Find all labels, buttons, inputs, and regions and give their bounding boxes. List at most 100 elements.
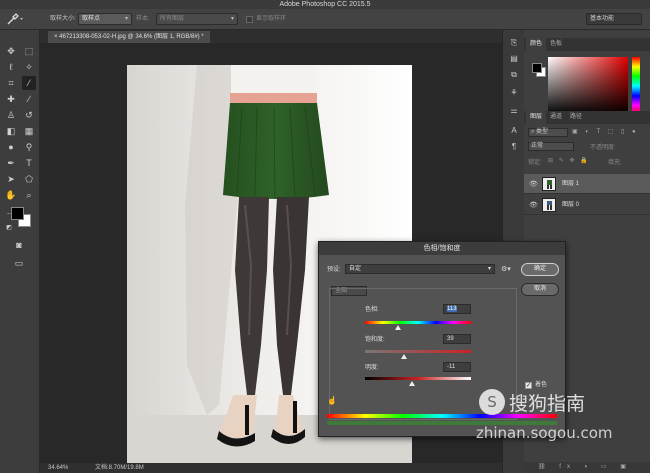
dialog-title: 色相/饱和度	[319, 242, 565, 255]
lock-label: 锁定:	[528, 160, 542, 166]
sample-value: 所有图层	[160, 16, 185, 22]
shape-tool-icon[interactable]: ⬠	[22, 172, 36, 186]
saturation-slider-thumb[interactable]	[401, 354, 408, 359]
cancel-button[interactable]: 取消	[521, 283, 559, 296]
saturation-label: 饱和度:	[365, 337, 385, 343]
eraser-tool-icon[interactable]: ◧	[4, 124, 18, 138]
document-tab-label: 467213308-053-02-H.jpg @ 34.6% (图层 1, RG…	[59, 34, 204, 40]
hue-value: 113	[447, 306, 457, 312]
layer-name: 图层 1	[562, 181, 580, 187]
tab-layers[interactable]: 图层	[526, 111, 547, 124]
sample-size-label: 取样大小:	[50, 16, 76, 22]
lightness-slider-track[interactable]	[365, 377, 471, 380]
healing-brush-icon[interactable]: ✚	[4, 92, 18, 106]
default-colors-icon[interactable]: ◩	[2, 221, 16, 235]
layer-row[interactable]: 👁 图层 0	[524, 195, 650, 215]
visibility-eye-icon[interactable]: 👁	[529, 180, 538, 188]
color-saturation-field[interactable]	[548, 57, 628, 115]
workspace-select[interactable]: 基本功能	[586, 13, 642, 25]
chevron-down-icon: ▾	[487, 266, 491, 272]
document-size: 文档:8.70M/19.8M	[95, 465, 144, 471]
svg-text:S: S	[487, 393, 497, 411]
chevron-down-icon: ▾	[124, 16, 128, 22]
eyedropper-tool-preset-icon[interactable]	[6, 13, 24, 29]
saturation-input[interactable]: 39	[443, 334, 471, 344]
paragraph-icon[interactable]: ¶	[507, 142, 521, 154]
panel-fg-swatch[interactable]	[532, 63, 542, 73]
quick-mask-icon[interactable]: ◙	[12, 238, 26, 252]
app-title: Adobe Photoshop CC 2015.5	[279, 1, 371, 8]
preset-options-gear-icon[interactable]: ⚙▾	[501, 265, 511, 275]
sample-size-select[interactable]: 取样点 ▾	[78, 13, 132, 25]
lightness-input[interactable]: -11	[443, 362, 471, 372]
history-brush-icon[interactable]: ↺	[22, 108, 36, 122]
target-adjust-hand-icon[interactable]: ☝	[327, 396, 337, 406]
layers-panel-tabs: 图层 通道 路径	[524, 111, 650, 124]
show-ring-checkbox[interactable]	[246, 16, 253, 23]
brush-tool-icon[interactable]: ∕	[22, 92, 36, 106]
tab-swatches[interactable]: 色板	[546, 38, 566, 51]
saturation-value: 39	[447, 336, 454, 342]
crop-tool-icon[interactable]: ⌗	[4, 76, 18, 90]
ok-button[interactable]: 确定	[521, 263, 559, 276]
screen-mode-icon[interactable]: ▭	[12, 256, 26, 270]
clone-stamp-icon[interactable]: ♙	[4, 108, 18, 122]
blur-tool-icon[interactable]: ●	[4, 140, 18, 154]
type-tool-icon[interactable]: T	[22, 156, 36, 170]
saturation-slider-track[interactable]	[365, 350, 471, 353]
tab-color[interactable]: 颜色	[526, 38, 547, 51]
sample-select[interactable]: 所有图层 ▾	[156, 13, 238, 25]
hue-strip[interactable]	[632, 57, 640, 115]
hue-slider-thumb[interactable]	[394, 325, 401, 330]
adjustments-icon[interactable]: ⚌	[507, 106, 521, 118]
properties-icon[interactable]: ▤	[507, 54, 521, 66]
hue-slider-track[interactable]	[365, 321, 471, 324]
hue-input[interactable]: 113	[443, 304, 471, 314]
sample-size-value: 取样点	[82, 16, 101, 22]
preset-label: 预设:	[327, 267, 341, 273]
zoom-tool-icon[interactable]: ⌕	[22, 188, 36, 202]
hand-tool-icon[interactable]: ✋	[4, 188, 18, 202]
history-icon[interactable]: ⎘	[507, 38, 521, 50]
color-panel-tabs: 颜色 色板	[524, 38, 650, 51]
character-icon[interactable]: A	[507, 126, 521, 138]
watermark-logo: S 搜狗指南	[477, 387, 627, 417]
gradient-tool-icon[interactable]: ▦	[22, 124, 36, 138]
layer-row[interactable]: 👁 图层 1	[524, 174, 650, 194]
lightness-slider-thumb[interactable]	[408, 381, 415, 386]
tab-channels[interactable]: 通道	[546, 111, 566, 124]
zoom-level[interactable]: 34.64%	[48, 463, 68, 473]
preset-select[interactable]: 自定 ▾	[345, 264, 495, 274]
layer-filter-select[interactable]: ⌕ 类型	[528, 128, 568, 137]
blend-mode-select[interactable]: 正常	[528, 142, 574, 151]
layers-footer-icons[interactable]: ⛓ fx ◑ ▭ ▣ 🗑	[524, 462, 650, 473]
blend-mode-value: 正常	[531, 143, 544, 149]
lasso-tool-icon[interactable]: ℓ	[4, 60, 18, 74]
fill-label: 填充:	[608, 160, 622, 166]
marquee-tool-icon[interactable]: ⬚	[22, 44, 36, 58]
move-tool-icon[interactable]: ✥	[4, 44, 18, 58]
show-ring-label: 显示取样环	[256, 16, 287, 22]
brush-presets-icon[interactable]: ⚘	[507, 88, 521, 100]
chevron-down-icon: ▾	[230, 16, 234, 22]
dodge-tool-icon[interactable]: ⚲	[22, 140, 36, 154]
status-bar: 34.64% 文档:8.70M/19.8M	[40, 463, 502, 473]
visibility-eye-icon[interactable]: 👁	[529, 201, 538, 209]
layer-filter-icons[interactable]: ▣ ◐ T ⬚ ▯ ●	[572, 128, 646, 137]
document-tab[interactable]: × 467213308-053-02-H.jpg @ 34.6% (图层 1, …	[48, 31, 210, 43]
lightness-value: -11	[447, 364, 456, 370]
hue-label: 色相:	[365, 307, 379, 313]
magic-wand-icon[interactable]: ✧	[22, 60, 36, 74]
tab-paths[interactable]: 路径	[566, 111, 586, 124]
watermark-logo-text: 搜狗指南	[509, 393, 585, 415]
foreground-color-swatch[interactable]	[11, 207, 24, 220]
pen-tool-icon[interactable]: ✒	[4, 156, 18, 170]
workspace-value: 基本功能	[590, 16, 615, 22]
tools-panel: ✥ ⬚ ℓ ✧ ⌗ ⁄ ✚ ∕ ♙ ↺ ◧ ▦ ● ⚲ ✒ T ➤ ⬠ ✋ ⌕ …	[0, 30, 40, 473]
lightness-label: 明度:	[365, 365, 379, 371]
path-selection-icon[interactable]: ➤	[4, 172, 18, 186]
sogou-logo-icon: S 搜狗指南	[479, 389, 585, 415]
eyedropper-tool-icon[interactable]: ⁄	[22, 76, 36, 90]
swatch-icon[interactable]: ⧉	[507, 70, 521, 82]
lock-icons[interactable]: ⊞ ✎ ✥ 🔒	[548, 157, 590, 164]
